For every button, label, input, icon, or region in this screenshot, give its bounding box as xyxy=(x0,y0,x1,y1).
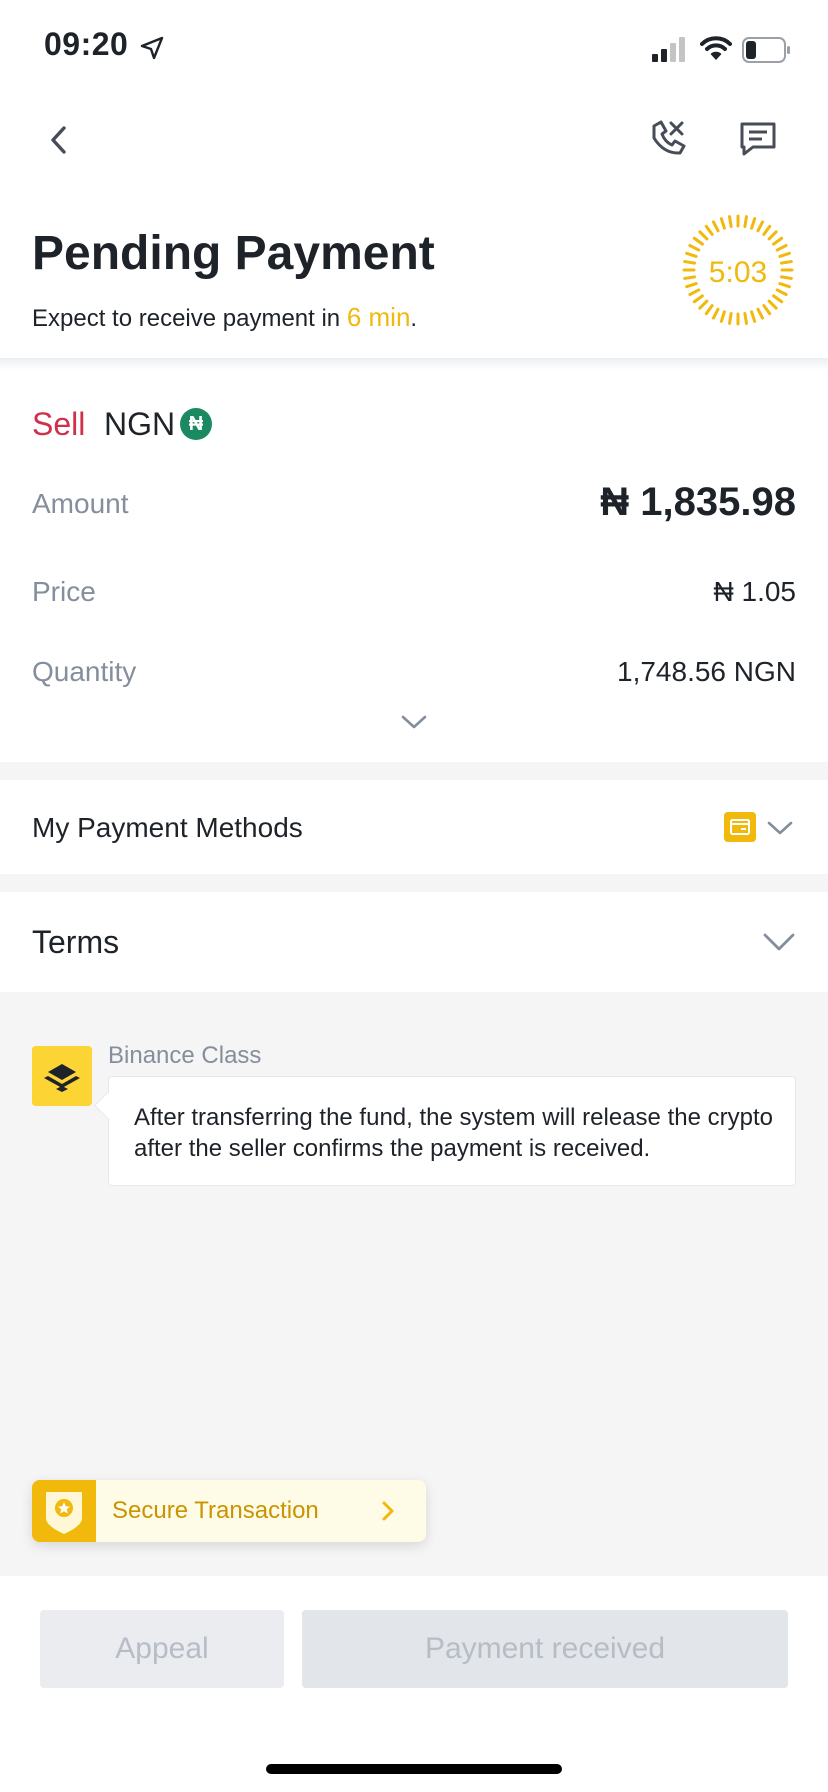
section-divider xyxy=(0,874,828,892)
terms-chevron-down-icon[interactable] xyxy=(762,930,796,954)
message-text: After transferring the fund, the system … xyxy=(134,1104,773,1162)
phone-call-icon[interactable] xyxy=(648,118,688,158)
status-time: 09:20 xyxy=(44,26,129,62)
back-chevron-icon[interactable] xyxy=(44,120,74,160)
price-value: ₦ 1.05 xyxy=(713,576,797,607)
chat-icon[interactable] xyxy=(738,120,778,158)
amount-value: ₦ 1,835.98 xyxy=(600,480,796,524)
binance-class-name: Binance Class xyxy=(108,1042,262,1069)
page-title: Pending Payment xyxy=(32,227,435,280)
payment-received-button[interactable]: Payment received xyxy=(302,1610,788,1688)
section-divider xyxy=(0,762,828,780)
appeal-button[interactable]: Appeal xyxy=(40,1610,284,1688)
order-side: Sell xyxy=(32,406,86,442)
binance-class-logo-icon xyxy=(32,1046,92,1106)
order-currency: NGN xyxy=(104,406,176,442)
amount-label: Amount xyxy=(32,488,129,519)
header-divider xyxy=(0,358,828,370)
secure-transaction-label: Secure Transaction xyxy=(112,1497,319,1524)
subtitle-suffix: . xyxy=(410,305,418,332)
secure-transaction-button[interactable]: Secure Transaction xyxy=(32,1480,426,1542)
chevron-down-icon[interactable] xyxy=(400,712,428,732)
payment-methods-label[interactable]: My Payment Methods xyxy=(32,812,303,844)
battery-icon xyxy=(742,37,790,63)
quantity-label: Quantity xyxy=(32,656,137,687)
price-label: Price xyxy=(32,576,96,607)
terms-label[interactable]: Terms xyxy=(32,924,119,961)
payment-expectation: Expect to receive payment in 6 min. xyxy=(32,302,417,333)
subtitle-prefix: Expect to receive payment in xyxy=(32,305,347,332)
home-indicator xyxy=(266,1764,562,1774)
chevron-right-icon xyxy=(382,1501,394,1521)
location-arrow-icon xyxy=(140,36,164,60)
shield-star-icon xyxy=(32,1480,96,1542)
payment-methods-chevron-down-icon[interactable] xyxy=(766,818,794,838)
cellular-signal-icon xyxy=(652,37,685,62)
countdown-timer: 5:03 xyxy=(708,256,768,289)
card-payment-icon xyxy=(724,812,756,842)
quantity-value: 1,748.56 NGN xyxy=(617,656,796,687)
subtitle-highlight: 6 min xyxy=(346,302,411,332)
wifi-icon xyxy=(700,36,732,60)
naira-currency-icon: ₦ xyxy=(180,408,212,440)
